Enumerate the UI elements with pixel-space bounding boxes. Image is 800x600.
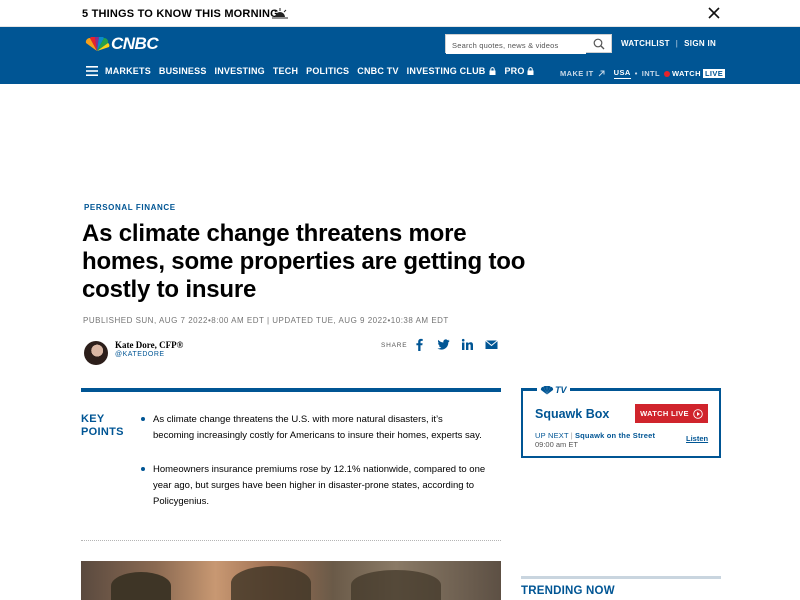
watchlist-link[interactable]: WATCHLIST: [621, 39, 670, 48]
up-next-label: UP NEXT: [535, 431, 569, 440]
cnbc-logo[interactable]: CNBC: [84, 34, 159, 53]
nav-item-business[interactable]: BUSINESS: [159, 66, 207, 76]
peacock-icon: [540, 385, 554, 394]
author-handle[interactable]: @KATEDORE: [115, 351, 165, 358]
close-icon[interactable]: [706, 5, 722, 21]
nav-item-tech[interactable]: TECH: [273, 66, 298, 76]
section-divider: [81, 540, 501, 541]
nav-item-politics[interactable]: POLITICS: [306, 66, 349, 76]
share-bar: [413, 338, 498, 351]
up-next-show[interactable]: Squawk on the Street: [575, 431, 655, 440]
author-name[interactable]: Kate Dore, CFP®: [115, 340, 183, 350]
trending-heading: TRENDING NOW: [521, 585, 615, 597]
link-separator: |: [675, 39, 679, 48]
watch-link[interactable]: WATCH: [672, 69, 701, 78]
share-label: SHARE: [381, 342, 408, 349]
trending-rule: [521, 576, 721, 579]
nav-item-pro[interactable]: PRO: [504, 66, 534, 76]
live-badge[interactable]: LIVE: [702, 69, 726, 78]
article-hero-image[interactable]: [81, 561, 501, 600]
nav-item-investing[interactable]: INVESTING: [215, 66, 265, 76]
author-avatar[interactable]: [84, 341, 108, 365]
nav-item-pro-label: PRO: [504, 66, 525, 76]
account-links: WATCHLIST | SIGN IN: [621, 39, 716, 48]
top-banner: 5 THINGS TO KNOW THIS MORNING: [0, 0, 800, 27]
key-points-label: KEY POINTS: [81, 413, 124, 438]
image-tree-shape: [111, 572, 171, 600]
banner-text[interactable]: 5 THINGS TO KNOW THIS MORNING: [82, 8, 279, 20]
nav-item-markets[interactable]: MARKETS: [105, 66, 151, 76]
key-point-item: As climate change threatens the U.S. wit…: [141, 412, 486, 444]
twitter-icon[interactable]: [437, 338, 450, 351]
make-it-link[interactable]: MAKE IT: [560, 69, 594, 78]
hamburger-menu-icon[interactable]: [86, 66, 98, 76]
search-input[interactable]: [446, 37, 586, 54]
search-box: [445, 34, 612, 54]
live-dot-icon: [663, 70, 670, 77]
article-headline: As climate change threatens more homes, …: [82, 220, 526, 303]
search-icon[interactable]: [593, 38, 605, 50]
tv-logo-text: TV: [555, 385, 567, 395]
edition-intl[interactable]: INTL: [642, 69, 660, 78]
linkedin-icon[interactable]: [461, 338, 474, 351]
peacock-icon: [85, 36, 110, 51]
nav-item-cnbc-tv[interactable]: CNBC TV: [357, 66, 398, 76]
up-next-time: 09:00 am ET: [535, 440, 578, 449]
up-next-separator: |: [570, 431, 573, 440]
image-tree-shape: [231, 566, 311, 600]
site-header: CNBC WATCHLIST | SIGN IN MARKETS BUSINES…: [0, 27, 800, 84]
nav-right: MAKE IT USA • INTL WATCH LIVE: [560, 68, 726, 79]
sign-in-link[interactable]: SIGN IN: [684, 39, 716, 48]
key-point-item: Homeowners insurance premiums rose by 12…: [141, 462, 486, 510]
lock-icon: [489, 67, 496, 75]
listen-link[interactable]: Listen: [686, 434, 708, 443]
external-arrow-icon: [598, 70, 605, 77]
key-points-list: As climate change threatens the U.S. wit…: [141, 412, 486, 528]
lock-icon: [527, 67, 534, 75]
up-next: UP NEXT | Squawk on the Street: [535, 431, 655, 440]
image-tree-shape: [351, 570, 441, 600]
play-icon: [693, 408, 703, 419]
sunrise-icon: [272, 8, 288, 19]
article-kicker[interactable]: PERSONAL FINANCE: [84, 203, 176, 212]
nav-item-investing-club[interactable]: INVESTING CLUB: [407, 66, 497, 76]
email-icon[interactable]: [485, 338, 498, 351]
live-show-title[interactable]: Squawk Box: [535, 407, 609, 421]
edition-separator: •: [634, 69, 638, 78]
publish-timestamp: PUBLISHED SUN, AUG 7 2022•8:00 AM EDT | …: [83, 316, 449, 325]
watch-live-label: WATCH LIVE: [640, 409, 689, 418]
key-points-rule: [81, 388, 501, 392]
watch-live-button[interactable]: WATCH LIVE: [635, 404, 708, 423]
logo-text: CNBC: [111, 34, 159, 53]
facebook-icon[interactable]: [413, 338, 426, 351]
cnbc-tv-logo: TV: [537, 384, 570, 396]
edition-usa[interactable]: USA: [613, 68, 631, 79]
nav-item-investing-club-label: INVESTING CLUB: [406, 66, 486, 76]
main-nav: MARKETS BUSINESS INVESTING TECH POLITICS…: [86, 66, 542, 76]
